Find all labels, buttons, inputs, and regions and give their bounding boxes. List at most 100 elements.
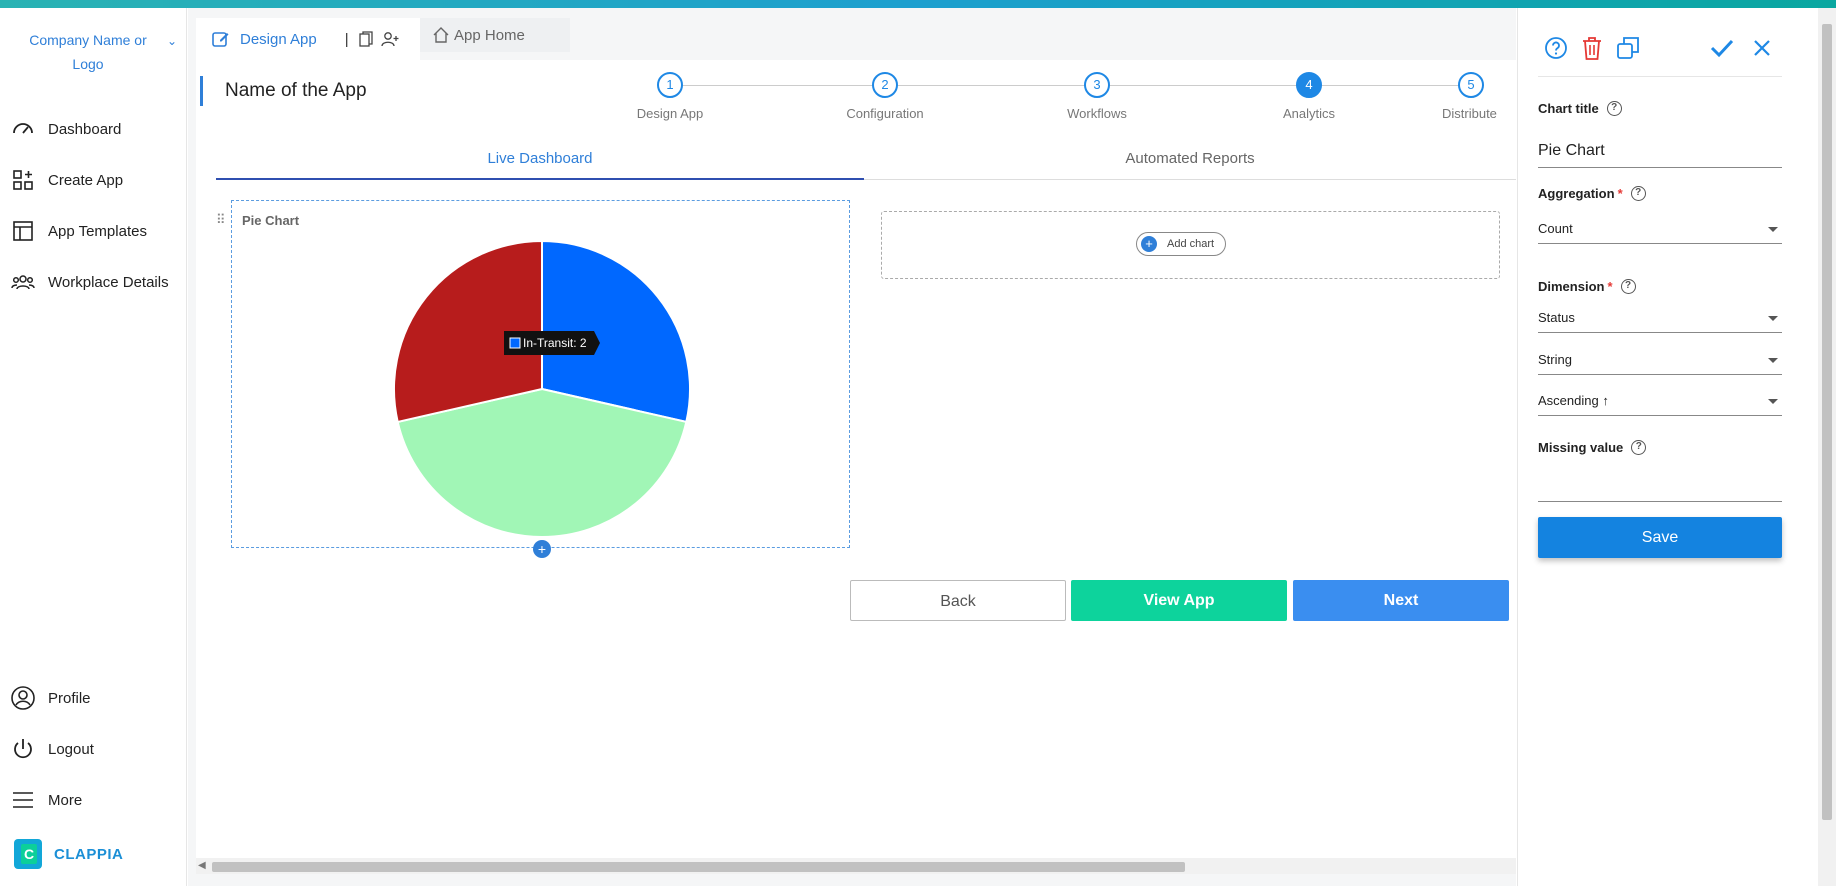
duplicate-icon[interactable] xyxy=(1614,34,1642,62)
company-logo[interactable]: Company Name or Logo xyxy=(18,28,158,76)
top-accent-bar xyxy=(0,0,1836,8)
home-icon xyxy=(432,26,450,44)
clappia-logo-icon xyxy=(14,839,42,869)
add-row-icon[interactable]: + xyxy=(533,540,551,558)
clappia-logo-text: CLAPPIA xyxy=(54,845,124,863)
select-value: Ascending ↑ xyxy=(1538,393,1609,408)
step-label: Configuration xyxy=(846,106,924,121)
missing-value-input[interactable] xyxy=(1538,472,1782,502)
sidebar-item-create-app[interactable]: Create App xyxy=(10,163,123,197)
chart-title-label: Chart title ? xyxy=(1538,101,1622,116)
tab-app-home[interactable]: App Home xyxy=(420,18,570,52)
sidebar-item-label: Profile xyxy=(48,689,91,707)
sidebar-item-profile[interactable]: Profile xyxy=(10,681,91,715)
caret-down-icon xyxy=(1768,399,1778,404)
sidebar-item-more[interactable]: More xyxy=(10,783,82,817)
horizontal-scrollbar[interactable]: ◀ xyxy=(196,858,1516,874)
back-button[interactable]: Back xyxy=(850,580,1066,621)
edit-icon xyxy=(212,30,230,48)
chevron-down-icon[interactable]: ⌄ xyxy=(167,34,177,48)
step-analytics[interactable]: 4 Analytics xyxy=(1249,72,1369,121)
drag-handle-icon[interactable]: ⠿ xyxy=(216,212,225,228)
subtabs: Live Dashboard Automated Reports xyxy=(216,140,1516,180)
copy-icon[interactable] xyxy=(358,31,373,47)
help-circle-icon[interactable]: ? xyxy=(1620,279,1636,294)
chart-title-input[interactable]: Pie Chart xyxy=(1538,138,1782,168)
pie-chart-card[interactable]: Pie Chart In-Transit: 2 xyxy=(231,200,850,548)
page-title: Name of the App xyxy=(200,76,367,106)
close-icon[interactable] xyxy=(1748,34,1776,62)
dashboard-gauge-icon xyxy=(10,116,36,142)
caret-down-icon xyxy=(1768,316,1778,321)
sidebar-item-logout[interactable]: Logout xyxy=(10,732,94,766)
step-number: 3 xyxy=(1084,72,1110,98)
scroll-left-icon[interactable]: ◀ xyxy=(198,858,206,874)
step-label: Analytics xyxy=(1282,106,1336,121)
help-icon[interactable] xyxy=(1542,34,1570,62)
chart-tooltip: In-Transit: 2 xyxy=(504,331,600,355)
tab-automated-reports[interactable]: Automated Reports xyxy=(866,140,1514,180)
add-chart-placeholder: + Add chart xyxy=(881,211,1500,279)
help-circle-icon[interactable]: ? xyxy=(1606,101,1622,116)
tab-app-home-label: App Home xyxy=(454,26,525,44)
select-value: Status xyxy=(1538,310,1575,325)
content-panel: Name of the App 1 Design App 2 Configura… xyxy=(196,60,1516,860)
sidebar-item-workplace-details[interactable]: Workplace Details xyxy=(10,265,169,299)
sort-order-select[interactable]: Ascending ↑ xyxy=(1538,390,1782,416)
profile-icon xyxy=(10,685,36,711)
step-number: 4 xyxy=(1296,72,1322,98)
add-chart-button[interactable]: + Add chart xyxy=(1136,232,1226,256)
tab-live-dashboard[interactable]: Live Dashboard xyxy=(216,140,864,180)
horizontal-scroll-thumb[interactable] xyxy=(212,862,1185,872)
select-value: Count xyxy=(1538,221,1573,236)
required-mark: * xyxy=(1607,279,1613,294)
plus-icon: + xyxy=(1141,236,1157,252)
sidebar-item-label: Logout xyxy=(48,740,94,758)
check-icon[interactable] xyxy=(1708,34,1736,62)
dimension-type-select[interactable]: String xyxy=(1538,349,1782,375)
caret-down-icon xyxy=(1768,358,1778,363)
aggregation-label: Aggregation * ? xyxy=(1538,186,1646,201)
vertical-scrollbar[interactable] xyxy=(1818,8,1836,886)
save-button[interactable]: Save xyxy=(1538,517,1782,558)
sidebar-item-label: More xyxy=(48,791,83,809)
panel-tools xyxy=(1542,34,1642,62)
vertical-scroll-thumb[interactable] xyxy=(1822,24,1832,820)
tab-design-app[interactable]: Design App | xyxy=(196,18,420,60)
users-icon xyxy=(10,269,36,295)
tooltip-swatch xyxy=(509,337,521,349)
sidebar-item-app-templates[interactable]: App Templates xyxy=(10,214,147,248)
dimension-select[interactable]: Status xyxy=(1538,307,1782,333)
step-configuration[interactable]: 2 Configuration xyxy=(825,72,945,121)
power-icon xyxy=(10,736,36,762)
step-label: Design App xyxy=(636,106,704,121)
missing-value-label: Missing value ? xyxy=(1538,440,1647,455)
sidebar-item-label: App Templates xyxy=(48,222,147,240)
aggregation-select[interactable]: Count xyxy=(1538,218,1782,244)
tooltip-text: In-Transit: 2 xyxy=(523,336,587,350)
dimension-label: Dimension * ? xyxy=(1538,279,1636,294)
help-circle-icon[interactable]: ? xyxy=(1631,440,1647,455)
step-design-app[interactable]: 1 Design App xyxy=(610,72,730,121)
main-area: Design App | App Home Name of the App 1 … xyxy=(188,8,1516,886)
trash-icon[interactable] xyxy=(1578,34,1606,62)
step-workflows[interactable]: 3 Workflows xyxy=(1037,72,1157,121)
templates-icon xyxy=(10,218,36,244)
add-user-icon[interactable] xyxy=(380,31,399,47)
view-app-button[interactable]: View App xyxy=(1071,580,1287,621)
tab-divider: | xyxy=(344,30,349,48)
sidebar-item-dashboard[interactable]: Dashboard xyxy=(10,112,121,146)
next-button[interactable]: Next xyxy=(1293,580,1509,621)
sidebar-item-label: Dashboard xyxy=(48,120,122,138)
caret-down-icon xyxy=(1768,227,1778,232)
field-label: Aggregation xyxy=(1538,186,1615,201)
add-chart-label: Add chart xyxy=(1167,238,1215,250)
help-circle-icon[interactable]: ? xyxy=(1630,186,1646,201)
step-number: 2 xyxy=(872,72,898,98)
step-distribute[interactable]: 5 Distribute xyxy=(1424,72,1524,121)
create-app-icon xyxy=(10,167,36,193)
sidebar-item-label: Workplace Details xyxy=(48,273,169,291)
panel-actions xyxy=(1708,34,1776,62)
clappia-logo: CLAPPIA xyxy=(14,839,123,869)
step-number: 5 xyxy=(1458,72,1484,98)
